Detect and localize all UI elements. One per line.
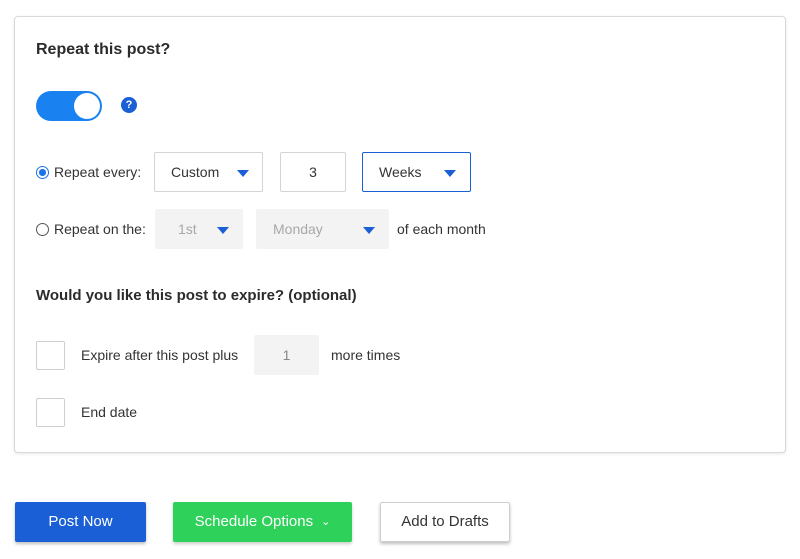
- schedule-options-label: Schedule Options: [194, 513, 314, 530]
- expire-count-input[interactable]: 1: [254, 335, 319, 375]
- expire-after-checkbox[interactable]: [36, 341, 65, 370]
- toggle-knob: [74, 93, 100, 119]
- end-date-label: End date: [81, 404, 138, 420]
- repeat-on-suffix: of each month: [397, 221, 486, 237]
- expire-after-label: Expire after this post plus: [81, 347, 239, 363]
- expire-after-suffix: more times: [331, 347, 401, 363]
- repeat-every-label: Repeat every:: [54, 164, 142, 180]
- repeat-heading: Repeat this post?: [36, 41, 171, 58]
- repeat-on-label: Repeat on the:: [54, 221, 146, 237]
- post-settings-card: Repeat this post? ? Repeat every: Custom…: [14, 16, 786, 453]
- repeat-every-radio[interactable]: [36, 166, 49, 179]
- caret-down-icon: [237, 170, 249, 177]
- ordinal-select[interactable]: 1st: [155, 209, 243, 249]
- unit-select[interactable]: Weeks: [362, 152, 471, 192]
- weekday-select[interactable]: Monday: [256, 209, 389, 249]
- frequency-select[interactable]: Custom: [154, 152, 263, 192]
- frequency-value: Custom: [171, 164, 220, 180]
- caret-down-icon: [363, 227, 375, 234]
- schedule-options-button[interactable]: Schedule Options ⌄: [173, 502, 352, 542]
- end-date-checkbox[interactable]: [36, 398, 65, 427]
- repeat-toggle[interactable]: [36, 91, 102, 121]
- ordinal-value: 1st: [178, 221, 197, 237]
- repeat-on-radio[interactable]: [36, 223, 49, 236]
- caret-down-icon: [444, 170, 456, 177]
- interval-input[interactable]: 3: [280, 152, 346, 192]
- post-now-button[interactable]: Post Now: [15, 502, 146, 542]
- help-icon[interactable]: ?: [121, 97, 137, 113]
- add-to-drafts-button[interactable]: Add to Drafts: [380, 502, 510, 542]
- expire-heading: Would you like this post to expire? (opt…: [36, 287, 357, 304]
- unit-value: Weeks: [379, 164, 422, 180]
- weekday-value: Monday: [273, 221, 323, 237]
- chevron-down-icon: ⌄: [321, 516, 331, 529]
- caret-down-icon: [217, 227, 229, 234]
